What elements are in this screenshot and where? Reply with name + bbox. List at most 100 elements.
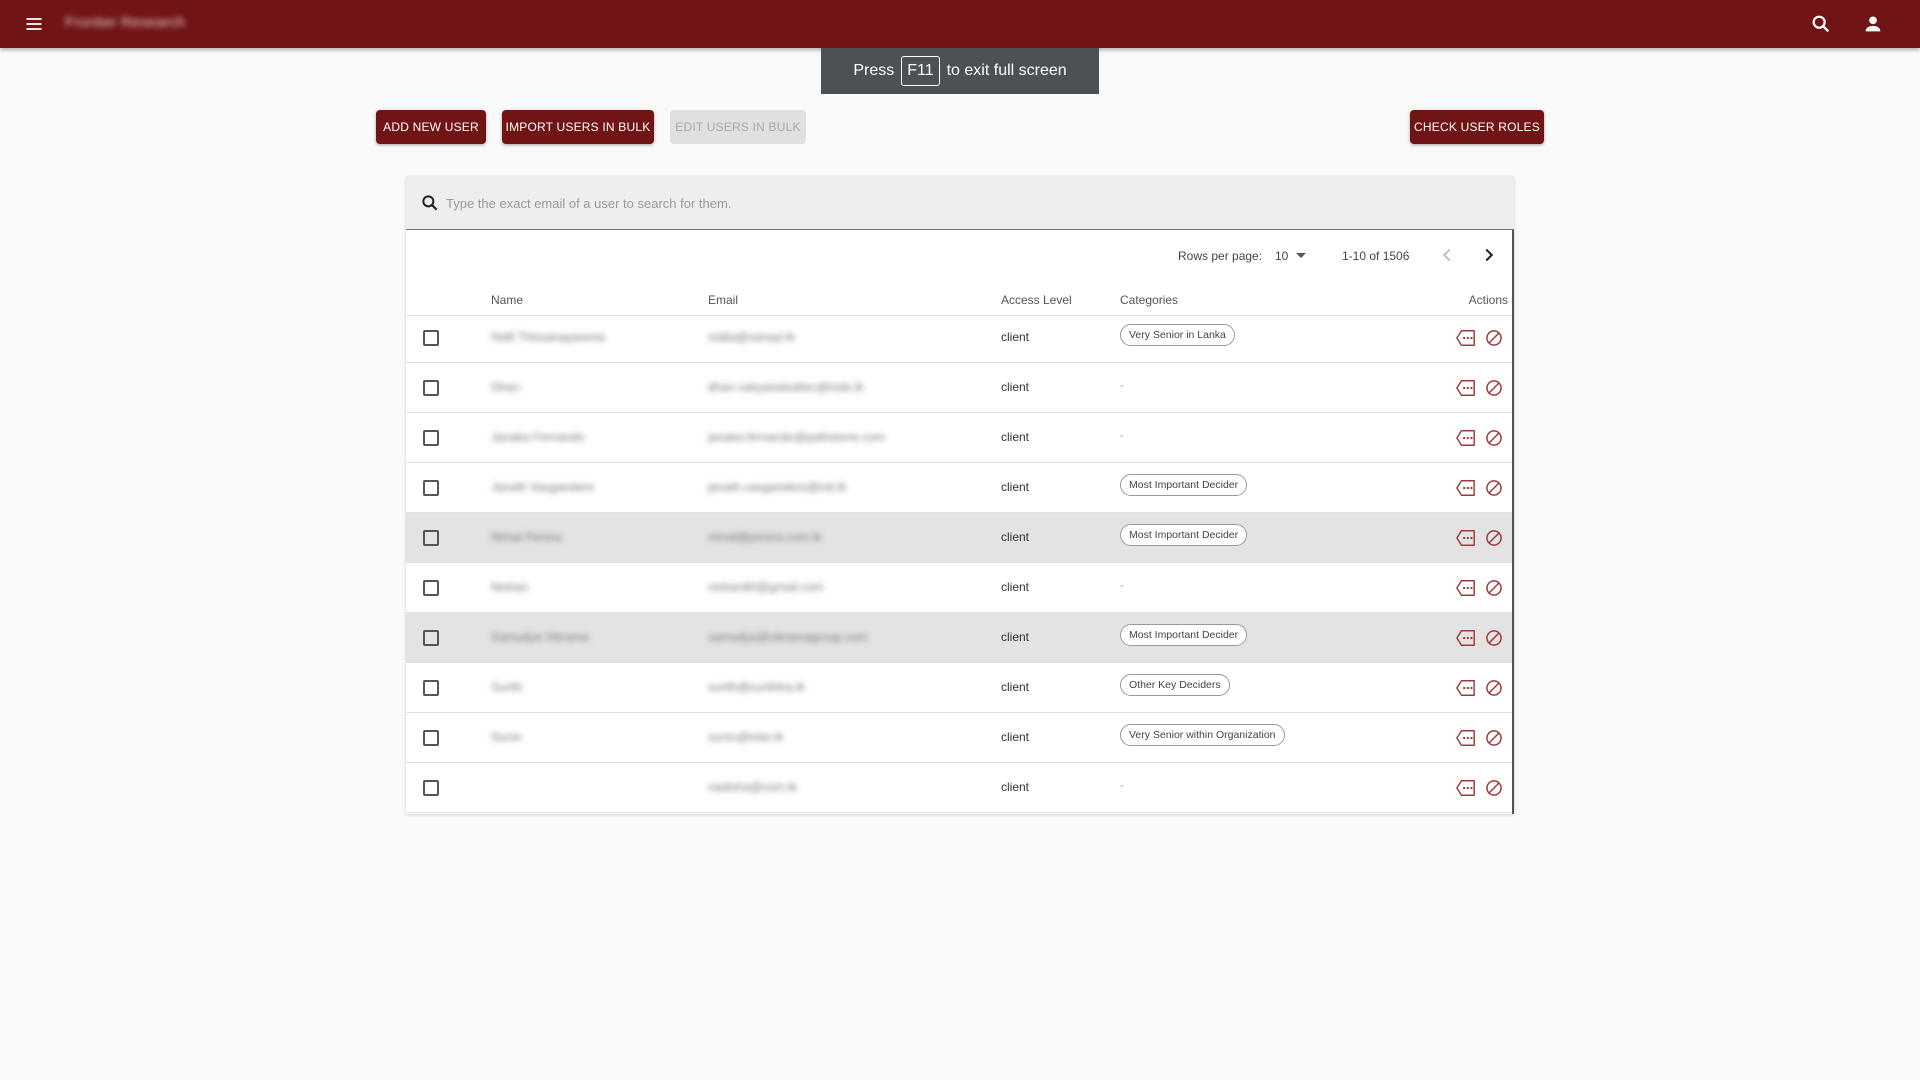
table-row[interactable]: Janath Vasgandere janath.vasgandere@intl… <box>406 463 1512 513</box>
categories-cell: - <box>1120 777 1124 792</box>
table-row[interactable]: Janaka Fernando janaka.fernando@pathston… <box>406 413 1512 463</box>
access-level: client <box>1001 730 1030 744</box>
user-name: Nidil Thissanayasena <box>491 330 605 344</box>
block-icon[interactable] <box>1484 428 1504 448</box>
access-level: client <box>1001 530 1030 544</box>
categories-cell: Most Important Decider <box>1120 524 1248 546</box>
categories-cell: Most Important Decider <box>1120 624 1248 646</box>
block-icon[interactable] <box>1484 778 1504 798</box>
user-email: janath.vasgandere@intl.lk <box>708 480 847 494</box>
toast-message: to exit full screen <box>946 62 1067 79</box>
category-chip: Very Senior in Lanka <box>1120 324 1235 346</box>
tag-icon[interactable] <box>1455 328 1477 348</box>
user-email: sunin@inter.lk <box>708 730 784 744</box>
category-chip: Very Senior within Organization <box>1120 724 1285 746</box>
search-icon <box>422 195 438 211</box>
user-email: dhan.vakyanalsaltec@inde.lk <box>708 380 864 394</box>
category-empty: - <box>1120 580 1124 592</box>
table-row[interactable]: Dhan dhan.vakyanalsaltec@inde.lk client … <box>406 363 1512 413</box>
categories-cell: Most Important Decider <box>1120 474 1248 496</box>
tag-icon[interactable] <box>1455 728 1477 748</box>
user-name: Nishan <box>491 580 529 594</box>
user-email: samudya@vikramagroup.com <box>708 630 868 644</box>
categories-cell: - <box>1120 377 1124 392</box>
row-checkbox[interactable] <box>423 430 439 446</box>
block-icon[interactable] <box>1484 478 1504 498</box>
row-checkbox[interactable] <box>423 580 439 596</box>
table-body: Nidil Thissanayasena nidila@sanayl.lk cl… <box>406 313 1512 813</box>
import-users-in-bulk-button[interactable]: IMPORT USERS IN BULK <box>502 110 654 144</box>
row-checkbox[interactable] <box>423 380 439 396</box>
table-row[interactable]: Nimal Perera nimal@perera.com.lk client … <box>406 513 1512 563</box>
row-checkbox[interactable] <box>423 630 439 646</box>
email-search-input[interactable] <box>446 190 1446 216</box>
tag-icon[interactable] <box>1455 428 1477 448</box>
tag-icon[interactable] <box>1455 528 1477 548</box>
row-checkbox[interactable] <box>423 730 439 746</box>
pagination-range: 1-10 of 1506 <box>1342 249 1410 263</box>
table-row[interactable]: Nishan nishan84@gmail.com client - <box>406 563 1512 613</box>
table-row[interactable]: Nidil Thissanayasena nidila@sanayl.lk cl… <box>406 313 1512 363</box>
tag-icon[interactable] <box>1455 578 1477 598</box>
chevron-right-icon[interactable] <box>1478 244 1500 266</box>
block-icon[interactable] <box>1484 728 1504 748</box>
add-new-user-button[interactable]: ADD NEW USER <box>376 110 486 144</box>
tag-icon[interactable] <box>1455 478 1477 498</box>
chevron-down-icon <box>1296 253 1307 258</box>
account-icon[interactable] <box>1862 13 1884 35</box>
user-name: Janath Vasgandere <box>491 480 595 494</box>
block-icon[interactable] <box>1484 378 1504 398</box>
row-checkbox[interactable] <box>423 530 439 546</box>
access-level: client <box>1001 780 1030 794</box>
access-level: client <box>1001 330 1030 344</box>
access-level: client <box>1001 480 1030 494</box>
tag-icon[interactable] <box>1455 678 1477 698</box>
row-checkbox[interactable] <box>423 330 439 346</box>
user-email: nimal@perera.com.lk <box>708 530 822 544</box>
block-icon[interactable] <box>1484 528 1504 548</box>
header-actions: Actions <box>1468 293 1508 307</box>
row-checkbox[interactable] <box>423 680 439 696</box>
category-empty: - <box>1120 380 1124 392</box>
table-row[interactable]: Samudya Vikrama samudya@vikramagroup.com… <box>406 613 1512 663</box>
app-title: Frontier Research <box>65 14 186 31</box>
toast-key: F11 <box>901 56 940 86</box>
tag-icon[interactable] <box>1455 628 1477 648</box>
edit-users-in-bulk-button: EDIT USERS IN BULK <box>670 110 806 144</box>
categories-cell: Other Key Deciders <box>1120 674 1230 696</box>
user-name: Surith <box>491 680 523 694</box>
row-checkbox[interactable] <box>423 780 439 796</box>
table-header: Name Email Access Level Categories Actio… <box>406 280 1512 316</box>
search-icon[interactable] <box>1810 13 1832 35</box>
block-icon[interactable] <box>1484 678 1504 698</box>
table-row[interactable]: Surith surith@surithtra.lk client Other … <box>406 663 1512 713</box>
header-categories: Categories <box>1120 293 1179 307</box>
user-name: Dhan <box>491 380 520 394</box>
user-name: Nimal Perera <box>491 530 562 544</box>
category-chip: Most Important Decider <box>1120 524 1248 546</box>
search-bar <box>406 176 1514 230</box>
user-name: Samudya Vikrama <box>491 630 589 644</box>
user-email: nishan84@gmail.com <box>708 580 824 594</box>
pagination: Rows per page: 10 1-10 of 1506 <box>406 230 1512 280</box>
table-row[interactable]: Sunin sunin@inter.lk client Very Senior … <box>406 713 1512 763</box>
user-email: nadisha@com.lk <box>708 780 797 794</box>
header-email: Email <box>708 293 739 307</box>
category-chip: Other Key Deciders <box>1120 674 1230 696</box>
app-bar: Frontier Research <box>0 0 1920 48</box>
check-user-roles-button[interactable]: CHECK USER ROLES <box>1410 110 1544 144</box>
rows-per-page-select[interactable]: 10 <box>1275 247 1313 265</box>
tag-icon[interactable] <box>1455 778 1477 798</box>
row-checkbox[interactable] <box>423 480 439 496</box>
access-level: client <box>1001 430 1030 444</box>
access-level: client <box>1001 380 1030 394</box>
block-icon[interactable] <box>1484 628 1504 648</box>
block-icon[interactable] <box>1484 328 1504 348</box>
menu-icon[interactable] <box>24 14 44 34</box>
categories-cell: - <box>1120 427 1124 442</box>
block-icon[interactable] <box>1484 578 1504 598</box>
categories-cell: - <box>1120 577 1124 592</box>
table-row[interactable]: nadisha@com.lk client - <box>406 763 1512 813</box>
tag-icon[interactable] <box>1455 378 1477 398</box>
header-name: Name <box>491 293 524 307</box>
